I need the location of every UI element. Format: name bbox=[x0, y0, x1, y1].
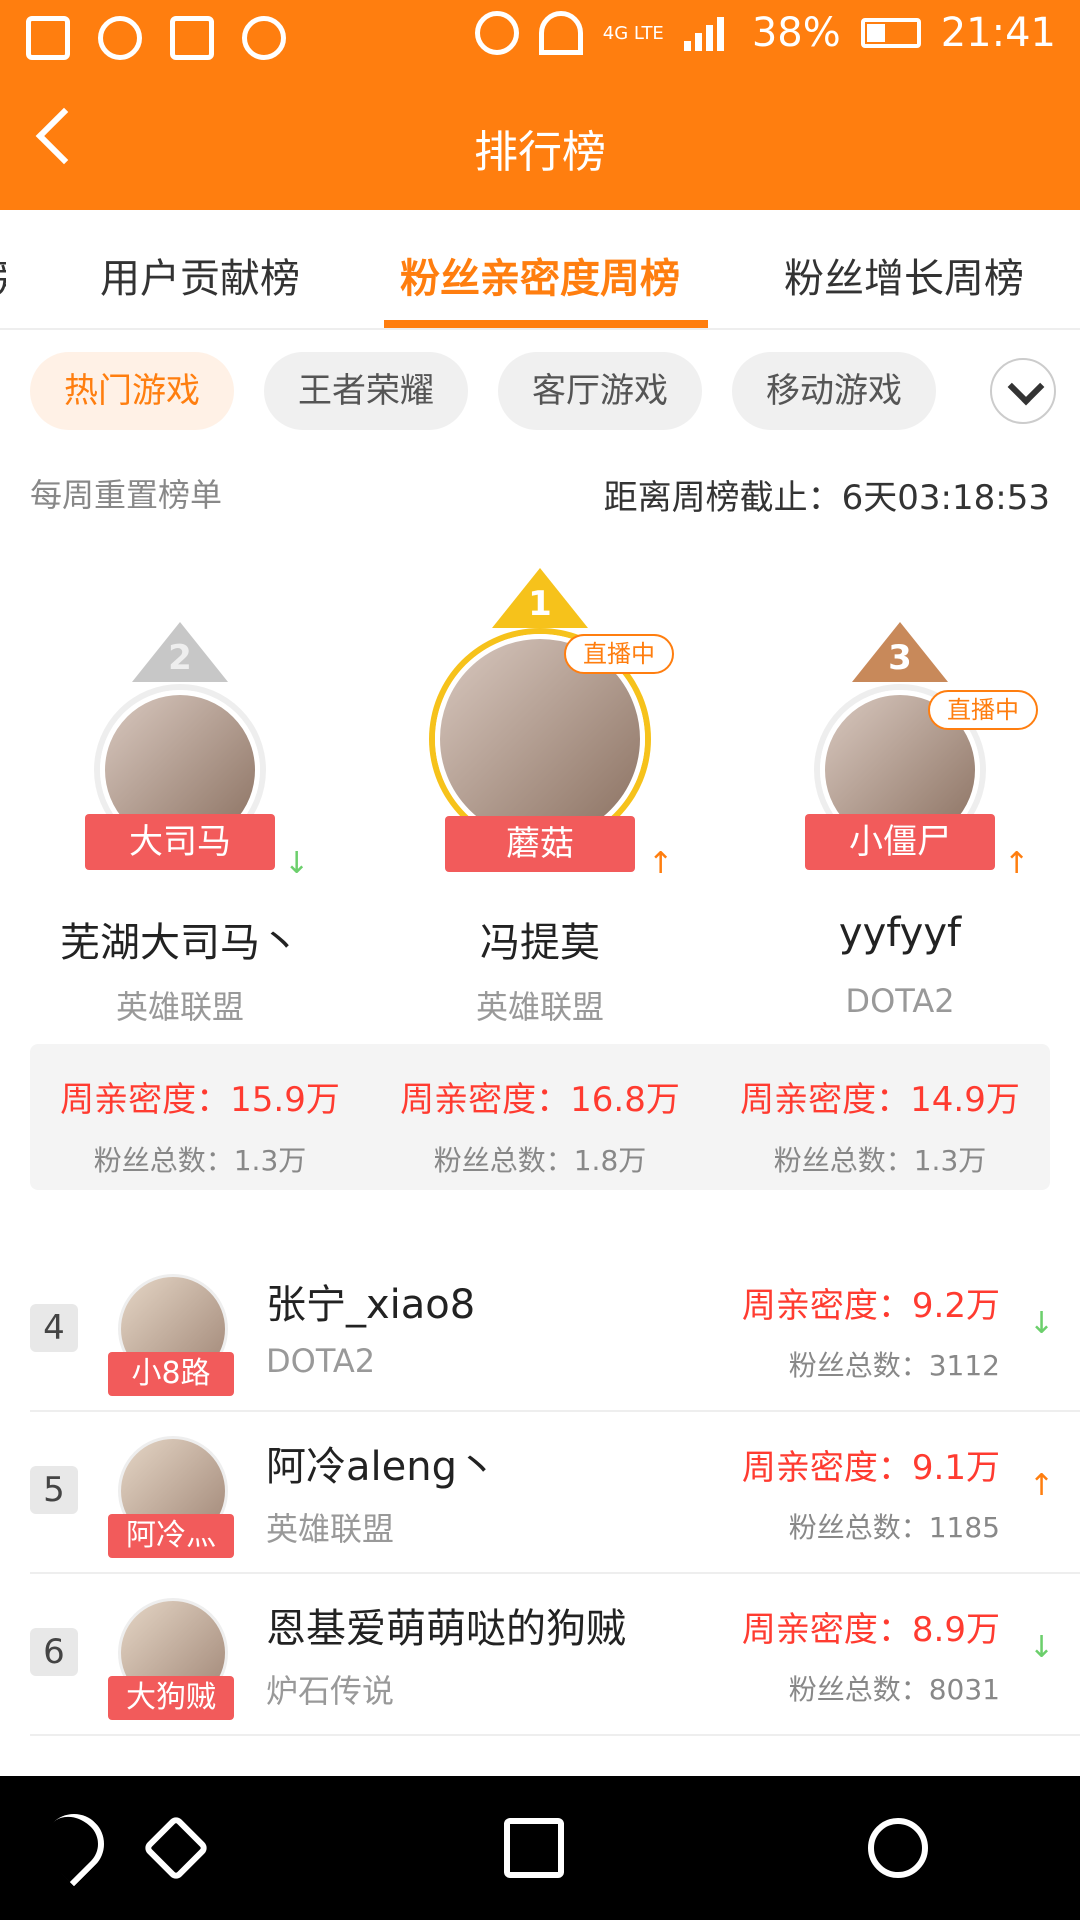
total-fans: 粉丝总数：1.3万 bbox=[93, 1144, 307, 1177]
streamer-name[interactable]: 阿冷aleng丶 bbox=[266, 1434, 497, 1492]
streamer-name[interactable]: 芜湖大司马丶 bbox=[30, 910, 330, 968]
game-filter-chips: 热门游戏 王者荣耀 客厅游戏 移动游戏 bbox=[0, 352, 1080, 432]
tab-fan-affinity-weekly[interactable]: 粉丝亲密度周榜 bbox=[400, 246, 680, 304]
total-fans: 粉丝总数：8031 bbox=[788, 1673, 1000, 1706]
arrow-up-icon: ↑ bbox=[1004, 846, 1030, 881]
total-fans: 粉丝总数：1185 bbox=[788, 1511, 1000, 1544]
stat-third: 周亲密度：14.9万 粉丝总数：1.3万 bbox=[710, 1044, 1050, 1179]
streamer-name[interactable]: 张宁_xiao8 bbox=[266, 1272, 475, 1330]
tab-user-contribution[interactable]: 用户贡献榜 bbox=[100, 246, 300, 304]
stat-first: 周亲密度：16.8万 粉丝总数：1.8万 bbox=[370, 1044, 710, 1179]
nickname-tag: 大狗贼 bbox=[108, 1676, 234, 1720]
chip-hot-games[interactable]: 热门游戏 bbox=[30, 352, 234, 430]
live-badge: 直播中 bbox=[564, 634, 674, 674]
podium-rank: 2 bbox=[168, 638, 192, 678]
arrow-up-icon: ↑ bbox=[1028, 1468, 1054, 1503]
weekly-affinity: 周亲密度：8.9万 bbox=[741, 1610, 1000, 1650]
stat-second: 周亲密度：15.9万 粉丝总数：1.3万 bbox=[30, 1044, 370, 1179]
total-fans: 粉丝总数：1.3万 bbox=[773, 1144, 987, 1177]
list-item[interactable]: 6 大狗贼 恩基爱萌萌哒的狗贼 炉石传说 周亲密度：8.9万 粉丝总数：8031… bbox=[30, 1576, 1080, 1736]
arrow-down-icon: ↓ bbox=[1028, 1630, 1054, 1665]
nickname-ribbon: 小僵尸 bbox=[805, 814, 995, 870]
chevron-down-icon[interactable] bbox=[990, 358, 1056, 424]
podium-third[interactable]: 3 直播中 小僵尸 ↑ yyfyyf DOTA2 bbox=[750, 550, 1050, 1020]
tab-fan-growth-weekly[interactable]: 粉丝增长周榜 bbox=[784, 246, 1024, 304]
clock: 21:41 bbox=[940, 10, 1056, 56]
phone-icon bbox=[26, 16, 70, 60]
weekly-affinity: 周亲密度：9.1万 bbox=[741, 1448, 1000, 1488]
network-label: 4G LTE bbox=[602, 22, 664, 44]
nickname-ribbon: 蘑菇 bbox=[445, 816, 635, 872]
nickname-ribbon: 大司马 bbox=[85, 814, 275, 870]
weekly-affinity: 周亲密度：15.9万 bbox=[60, 1080, 340, 1120]
streamer-game: DOTA2 bbox=[266, 1342, 376, 1380]
total-fans: 粉丝总数：3112 bbox=[788, 1349, 1000, 1382]
arrow-down-icon: ↓ bbox=[284, 846, 310, 881]
rank-number: 4 bbox=[30, 1304, 78, 1352]
signal-icon bbox=[683, 15, 732, 51]
wifi-icon bbox=[538, 11, 583, 55]
chip-living-room-games[interactable]: 客厅游戏 bbox=[498, 352, 702, 430]
app-header: 4G LTE 38% 21:41 排行榜 bbox=[0, 0, 1080, 210]
page-title: 排行榜 bbox=[474, 127, 606, 178]
system-nav-bar bbox=[0, 1776, 1080, 1920]
podium-first[interactable]: 1 直播中 蘑菇 ↑ 冯提莫 英雄联盟 bbox=[390, 550, 690, 1026]
streamer-name[interactable]: 恩基爱萌萌哒的狗贼 bbox=[266, 1596, 626, 1654]
nav-back-icon[interactable] bbox=[31, 1801, 117, 1887]
arrow-up-icon: ↑ bbox=[648, 846, 674, 881]
notification-icons bbox=[26, 16, 286, 60]
streamer-game: 英雄联盟 bbox=[266, 1510, 395, 1548]
total-fans: 粉丝总数：1.8万 bbox=[433, 1144, 647, 1177]
active-tab-indicator bbox=[384, 320, 708, 328]
weekly-affinity: 周亲密度：16.8万 bbox=[400, 1080, 680, 1120]
podium-rank: 3 bbox=[888, 638, 912, 678]
system-icons: 4G LTE 38% 21:41 bbox=[474, 10, 1056, 56]
battery-icon bbox=[860, 18, 921, 48]
weekly-affinity: 周亲密度：9.2万 bbox=[741, 1286, 1000, 1326]
podium-stats: 周亲密度：15.9万 粉丝总数：1.3万 周亲密度：16.8万 粉丝总数：1.8… bbox=[30, 1044, 1050, 1190]
sd-card-icon bbox=[170, 16, 214, 60]
chip-mobile-games[interactable]: 移动游戏 bbox=[732, 352, 936, 430]
list-item[interactable]: 4 小8路 张宁_xiao8 DOTA2 周亲密度：9.2万 粉丝总数：3112… bbox=[30, 1252, 1080, 1412]
weekly-countdown: 距离周榜截止：6天03:18:53 bbox=[603, 478, 1050, 518]
battery-percent: 38% bbox=[751, 10, 841, 56]
streamer-game: 英雄联盟 bbox=[475, 988, 604, 1026]
arrow-down-icon: ↓ bbox=[1028, 1306, 1054, 1341]
app-notification-icon bbox=[98, 16, 142, 60]
tab-partial[interactable]: 榜 bbox=[0, 246, 6, 304]
reset-note: 每周重置榜单 bbox=[30, 476, 223, 514]
streamer-name[interactable]: yyfyyf bbox=[750, 910, 1050, 956]
streamer-game: 英雄联盟 bbox=[115, 988, 244, 1026]
chip-honor-of-kings[interactable]: 王者荣耀 bbox=[264, 352, 468, 430]
rank-number: 5 bbox=[30, 1466, 78, 1514]
rank-number: 6 bbox=[30, 1628, 78, 1676]
podium-rank: 1 bbox=[528, 584, 552, 624]
nickname-tag: 小8路 bbox=[108, 1352, 234, 1396]
status-bar: 4G LTE 38% 21:41 bbox=[0, 0, 1080, 78]
weekly-affinity: 周亲密度：14.9万 bbox=[740, 1080, 1020, 1120]
nickname-tag: 阿冷灬 bbox=[108, 1514, 234, 1558]
alarm-icon bbox=[474, 11, 519, 55]
nav-home-icon[interactable] bbox=[142, 1814, 210, 1882]
media-icon bbox=[242, 16, 286, 60]
live-badge: 直播中 bbox=[928, 690, 1038, 730]
nav-recents-icon[interactable] bbox=[504, 1818, 564, 1878]
list-item[interactable]: 5 阿冷灬 阿冷aleng丶 英雄联盟 周亲密度：9.1万 粉丝总数：1185 … bbox=[30, 1414, 1080, 1574]
streamer-game: DOTA2 bbox=[845, 982, 955, 1020]
streamer-game: 炉石传说 bbox=[266, 1672, 395, 1710]
streamer-name[interactable]: 冯提莫 bbox=[390, 910, 690, 968]
podium-second[interactable]: 2 大司马 ↓ 芜湖大司马丶 英雄联盟 bbox=[30, 550, 330, 1026]
ranking-tabs: 榜 用户贡献榜 粉丝亲密度周榜 粉丝增长周榜 bbox=[0, 210, 1080, 330]
power-icon[interactable] bbox=[868, 1818, 928, 1878]
nav-header: 排行榜 bbox=[0, 78, 1080, 210]
